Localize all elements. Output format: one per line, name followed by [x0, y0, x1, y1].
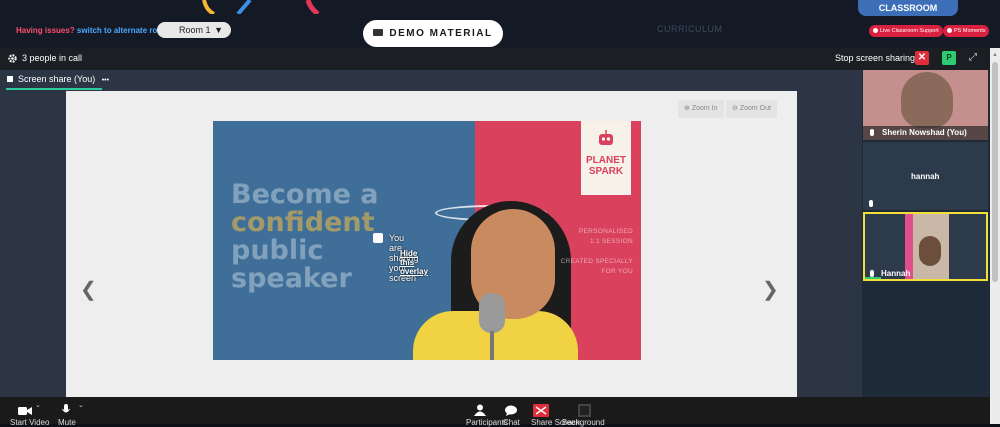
issues-question: Having issues?	[16, 26, 75, 35]
zoom-out-button[interactable]: ⊖ Zoom Out	[726, 100, 777, 118]
hide-overlay-link[interactable]: Hide this overlay	[400, 249, 428, 276]
zoom-in-button[interactable]: ⊕ Zoom In	[678, 100, 724, 118]
stop-sharing-button[interactable]: ✕	[915, 51, 929, 65]
participant-tile[interactable]: hannah	[863, 142, 988, 210]
participant-name: Sherin Nowshad (You)	[882, 128, 967, 137]
meeting-toolbar: ⌄ Start Video ⌄ Mute Participants Chat S…	[0, 397, 990, 427]
speaking-indicator	[865, 277, 881, 279]
participant-video	[905, 214, 949, 279]
participant-face	[919, 236, 941, 266]
video-camera-icon[interactable]	[18, 406, 32, 416]
headline-line-4: speaker	[231, 263, 352, 294]
microphone-icon	[869, 200, 873, 207]
logo-text-spark: SPARK	[588, 166, 624, 177]
microphone-stand-graphic	[490, 331, 494, 360]
alternate-room-notice: Having issues? switch to alternate room	[16, 26, 169, 35]
scroll-up-icon[interactable]: ▲	[992, 52, 998, 58]
screen-share-tab[interactable]: Screen share (You) •••	[7, 74, 109, 84]
zoom-out-label: Zoom Out	[739, 105, 771, 112]
alternate-room-link[interactable]: switch to alternate room	[77, 26, 169, 35]
robot-mascot-icon	[599, 130, 613, 145]
next-slide-arrow-icon[interactable]: ❯	[762, 277, 779, 302]
participants-icon[interactable]	[474, 404, 486, 416]
chat-icon[interactable]	[505, 405, 517, 416]
meeting-header: 3 people in call Stop screen sharing ✕ P…	[0, 48, 990, 70]
tagline-1: PERSONALISED	[578, 228, 633, 235]
participant-video	[901, 72, 953, 128]
more-options-icon[interactable]: •••	[102, 77, 109, 84]
screen-share-tab-label: Screen share (You)	[18, 74, 96, 84]
video-options-chevron-icon[interactable]: ⌄	[35, 401, 41, 409]
classroom-tab[interactable]: CLASSROOM	[858, 0, 958, 16]
stop-screen-sharing-label[interactable]: Stop screen sharing	[835, 53, 915, 63]
tagline-4: FOR YOU	[601, 268, 633, 275]
logo-text-planet: PLANET	[586, 155, 626, 166]
share-tab-bar: Screen share (You) •••	[0, 70, 862, 90]
microphone-icon	[870, 129, 874, 136]
audio-options-chevron-icon[interactable]: ⌄	[78, 401, 84, 409]
headline-line-2: confident	[231, 207, 375, 238]
camera-icon	[947, 27, 952, 33]
zoom-in-icon: ⊕	[684, 105, 690, 112]
participant-tile[interactable]: Sherin Nowshad (You)	[863, 70, 988, 140]
microphone-graphic	[479, 293, 505, 333]
start-video-label: Start Video	[10, 418, 50, 427]
presentation-slide: Become a confident public speaker PLANET…	[213, 121, 641, 360]
zoom-out-icon: ⊖	[732, 105, 738, 112]
slide-headline: Become a confident public speaker	[231, 181, 379, 293]
ps-moments-button[interactable]: PS Moments	[943, 25, 990, 37]
share-screen-icon	[373, 233, 383, 243]
gear-icon[interactable]	[7, 53, 18, 64]
demo-material-button[interactable]: DEMO MATERIAL	[363, 20, 503, 47]
participant-name: hannah	[911, 172, 940, 181]
people-in-call-count: 3 people in call	[22, 53, 83, 63]
room-select-value: Room 1	[179, 25, 211, 35]
scrollbar-thumb[interactable]	[992, 62, 998, 282]
planet-spark-logo: PLANET SPARK	[581, 121, 631, 195]
demo-material-label: DEMO MATERIAL	[389, 28, 493, 39]
zoom-in-label: Zoom In	[691, 105, 718, 112]
chevron-down-icon: ▼	[214, 25, 223, 35]
tagline-3: CREATED SPECIALLY	[560, 258, 633, 265]
participants-label: Participants	[466, 418, 508, 427]
fullscreen-icon[interactable]: ⤢	[969, 52, 977, 63]
page-scrollbar[interactable]: ▲	[990, 48, 1000, 424]
headline-line-1: Become a	[231, 179, 379, 210]
slide-tagline: PERSONALISED 1:1 SESSION CREATED SPECIAL…	[543, 227, 633, 277]
live-classroom-support-button[interactable]: Live Classroom Support	[869, 25, 943, 37]
background-label: Background	[562, 418, 605, 427]
folder-icon	[373, 29, 384, 36]
share-screen-icon[interactable]	[533, 404, 549, 417]
background-icon[interactable]	[578, 404, 591, 417]
classroom-topbar: CLASSROOM Having issues? switch to alter…	[0, 0, 1000, 48]
live-support-label: Live Classroom Support	[880, 28, 939, 34]
microphone-icon[interactable]	[62, 404, 70, 416]
curriculum-tab[interactable]: CURRICULUM	[657, 24, 723, 34]
participant-name: Hannah	[881, 269, 911, 278]
participant-tile-active-speaker[interactable]: Hannah	[863, 212, 988, 281]
monitor-icon	[7, 76, 13, 82]
room-select[interactable]: Room 1 ▼	[157, 22, 231, 38]
chat-label: Chat	[503, 418, 520, 427]
headline-line-3: public	[231, 235, 324, 266]
previous-slide-arrow-icon[interactable]: ❮	[80, 277, 97, 302]
ps-moments-label: PS Moments	[954, 28, 986, 34]
microphone-icon	[870, 270, 874, 277]
participant-badge[interactable]: P	[942, 51, 956, 65]
tagline-2: 1:1 SESSION	[589, 238, 633, 245]
mute-label: Mute	[58, 418, 76, 427]
support-icon	[873, 27, 878, 33]
decorative-arc-graphic	[202, 0, 320, 14]
